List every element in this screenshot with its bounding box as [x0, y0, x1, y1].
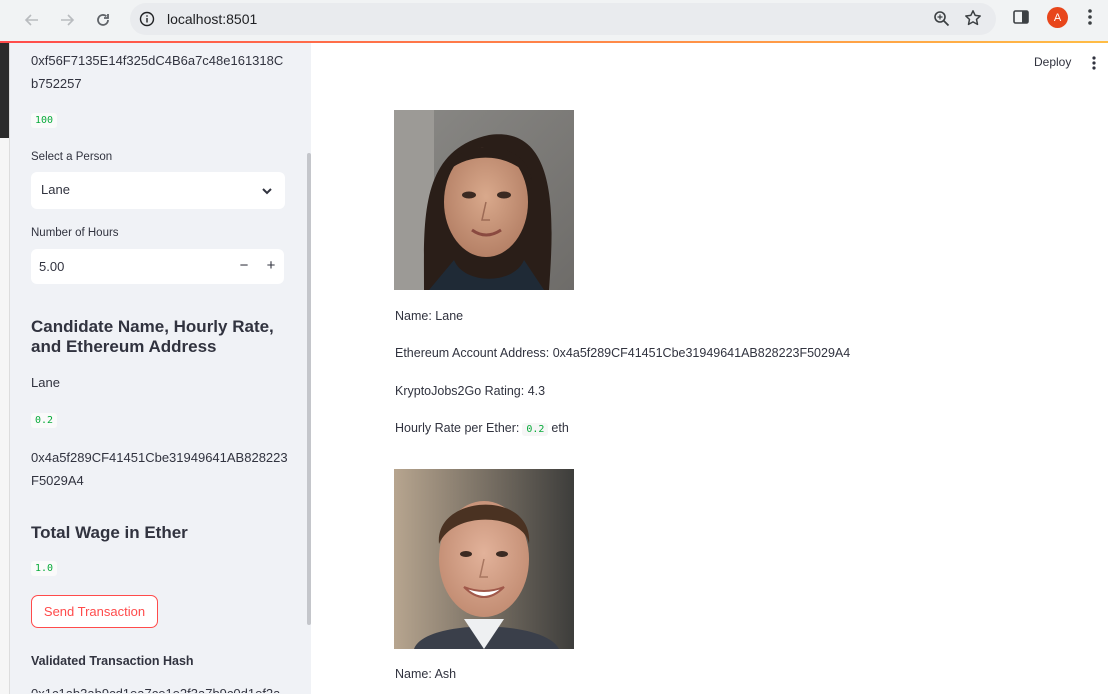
- select-person-label: Select a Person: [31, 151, 113, 163]
- send-transaction-button[interactable]: Send Transaction: [31, 595, 158, 628]
- address-bar[interactable]: localhost:8501: [130, 3, 996, 35]
- candidate-name: Lane: [31, 375, 60, 390]
- background-window-header: [0, 43, 9, 138]
- select-person-value: Lane: [41, 182, 70, 197]
- candidate-photo-ash: [394, 469, 574, 649]
- main-content: Deploy Name: Lane Ethereum Account Addre…: [311, 43, 1108, 694]
- side-panel-icon[interactable]: [1012, 8, 1030, 31]
- candidate-heading-line2: and Ethereum Address: [31, 337, 217, 356]
- candidate-address-line1: 0x4a5f289CF41451Cbe31949641AB828223: [31, 450, 288, 465]
- site-info-icon[interactable]: [139, 11, 155, 32]
- forward-arrow-icon[interactable]: [55, 8, 79, 32]
- sidebar-account-address-line2: b752257: [31, 76, 82, 91]
- candidate-address-line2: F5029A4: [31, 473, 84, 488]
- card-lane-address: Ethereum Account Address: 0x4a5f289CF414…: [395, 346, 851, 360]
- url-text[interactable]: localhost:8501: [167, 11, 257, 27]
- card-lane-rate-value: 0.2: [522, 423, 549, 436]
- browser-menu-icon[interactable]: [1087, 8, 1093, 31]
- deploy-button[interactable]: Deploy: [1034, 55, 1071, 69]
- card-lane-rate-suffix: eth: [551, 421, 569, 435]
- card-lane-name: Name: Lane: [395, 309, 464, 323]
- bookmark-star-icon[interactable]: [964, 9, 982, 32]
- hours-label: Number of Hours: [31, 227, 119, 239]
- card-lane-rating: KryptoJobs2Go Rating: 4.3: [395, 384, 546, 398]
- account-balance: 100: [31, 113, 58, 128]
- validated-hash-heading: Validated Transaction Hash: [31, 654, 194, 668]
- hours-value[interactable]: 5.00: [39, 259, 64, 274]
- card-lane-rate: Hourly Rate per Ether: 0.2 eth: [395, 421, 569, 436]
- app-menu-icon[interactable]: [1091, 55, 1097, 76]
- select-person-dropdown[interactable]: Lane: [31, 172, 285, 209]
- back-arrow-icon[interactable]: [20, 8, 44, 32]
- total-wage-heading: Total Wage in Ether: [31, 523, 188, 542]
- chevron-down-icon: [261, 184, 273, 202]
- zoom-icon[interactable]: [933, 10, 950, 32]
- sidebar: 0xf56F7135E14f325dC4B6a7c48e161318C b752…: [10, 43, 311, 694]
- total-wage-value: 1.0: [31, 561, 58, 576]
- increment-button[interactable]: +: [260, 255, 282, 277]
- candidate-rate: 0.2: [31, 413, 58, 428]
- candidate-photo-lane: [394, 110, 574, 290]
- background-window-strip: [0, 43, 10, 694]
- transaction-hash-text: 0x1c1ab3ab9cd1ea7ce1e2f3a7b9c0d1ef2a3b4c…: [31, 687, 281, 693]
- sidebar-account-address-line1: 0xf56F7135E14f325dC4B6a7c48e161318C: [31, 53, 284, 68]
- hours-number-input[interactable]: 5.00 − +: [31, 249, 284, 284]
- candidate-heading-line1: Candidate Name, Hourly Rate,: [31, 317, 274, 336]
- decrement-button[interactable]: −: [233, 255, 255, 277]
- card-ash-name: Name: Ash: [395, 667, 457, 681]
- profile-avatar[interactable]: A: [1047, 7, 1068, 28]
- browser-toolbar: localhost:8501 A: [0, 0, 1108, 41]
- card-lane-rate-prefix: Hourly Rate per Ether:: [395, 421, 520, 435]
- reload-icon[interactable]: [91, 8, 115, 32]
